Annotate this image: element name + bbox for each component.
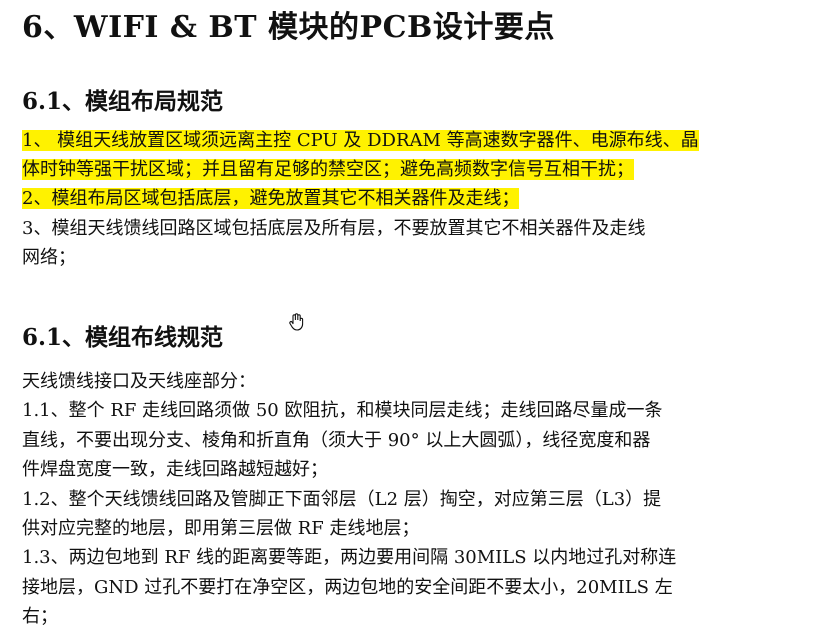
routing-rule-line-6: 供对应完整的地层，即用第三层做 RF 走线地层； xyxy=(22,518,420,539)
routing-rule-line-9: 右； xyxy=(22,606,58,627)
highlighted-text: 体时钟等强干扰区域；并且留有足够的禁空区；避免高频数字信号互相干扰； xyxy=(22,159,634,180)
layout-rule-line-1: 1、 模组天线放置区域须远离主控 CPU 及 DDRAM 等高速数字器件、电源布… xyxy=(22,128,699,154)
layout-rule-line-5: 网络； xyxy=(22,247,76,268)
routing-rule-line-1: 天线馈线接口及天线座部分： xyxy=(22,371,256,392)
routing-rule-line-3: 直线，不要出现分支、棱角和折直角（须大于 90° 以上大圆弧），线径宽度和器 xyxy=(22,430,651,451)
layout-rule-line-3: 2、模组布局区域包括底层，避免放置其它不相关器件及走线； xyxy=(22,186,520,212)
section-heading-routing: 6.1、模组布线规范 xyxy=(22,324,224,351)
hand-pointer-icon xyxy=(289,313,304,331)
section-heading-layout: 6.1、模组布局规范 xyxy=(22,88,224,115)
page-title: 6、WIFI & BT 模块的PCB设计要点 xyxy=(22,10,555,45)
routing-rule-line-8: 接地层，GND 过孔不要打在净空区，两边包地的安全间距不要太小，20MILS 左 xyxy=(22,577,673,598)
routing-rule-line-7: 1.3、两边包地到 RF 线的距离要等距，两边要用间隔 30MILS 以内地过孔… xyxy=(22,547,677,568)
routing-rule-line-2: 1.1、整个 RF 走线回路须做 50 欧阻抗，和模块同层走线；走线回路尽量成一… xyxy=(22,400,663,421)
layout-rule-line-2: 体时钟等强干扰区域；并且留有足够的禁空区；避免高频数字信号互相干扰； xyxy=(22,157,634,183)
routing-rule-line-4: 件焊盘宽度一致，走线回路越短越好； xyxy=(22,459,328,480)
layout-rule-line-4: 3、模组天线馈线回路区域包括底层及所有层，不要放置其它不相关器件及走线 xyxy=(22,218,646,239)
highlighted-text: 2、模组布局区域包括底层，避免放置其它不相关器件及走线； xyxy=(22,188,520,209)
highlighted-text: 1、 模组天线放置区域须远离主控 CPU 及 DDRAM 等高速数字器件、电源布… xyxy=(22,130,699,151)
routing-rule-line-5: 1.2、整个天线馈线回路及管脚正下面邻层（L2 层）掏空，对应第三层（L3）提 xyxy=(22,489,662,510)
document-page: 6、WIFI & BT 模块的PCB设计要点 6.1、模组布局规范 1、 模组天… xyxy=(0,0,826,634)
